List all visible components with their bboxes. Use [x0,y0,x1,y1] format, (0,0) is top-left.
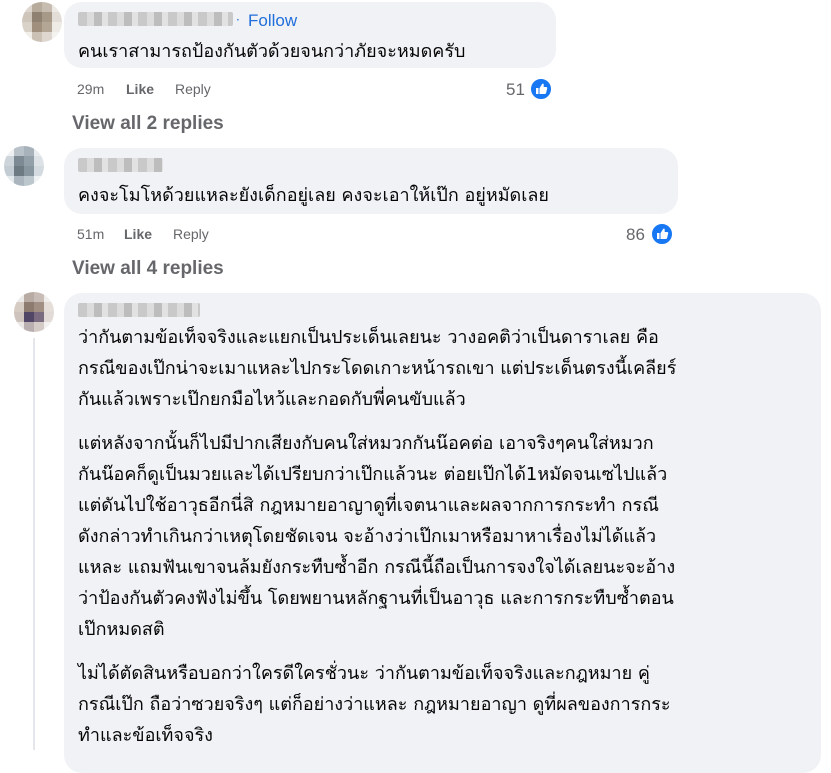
text-line: กันน๊อคก็ดูเป็นมวยและได้เปรียบกว่าเป๊กแล… [78,464,668,485]
comment-text: ว่ากันตามข้อเท็จจริงและแยกเป็นประเด็นเลย… [78,322,676,751]
follow-button[interactable]: Follow [248,11,297,31]
comment-text: คงจะโมโหด้วยแหละยังเด็กอยู่เลย คงจะเอาให… [78,185,549,206]
text-line: ทำและข้อเท็จจริง [78,725,213,746]
reply-button[interactable]: Reply [173,226,209,242]
text-line: ดังกล่าวทำเกินกว่าเหตุโดยชัดเจน จะอ้างว่… [78,526,657,547]
reaction-count[interactable]: 86 [626,225,645,245]
comment-timestamp[interactable]: 51m [77,226,104,242]
comment-paragraph: ไม่ได้ตัดสินหรือบอกว่าใครดีใครชั่วนะ ว่า… [78,658,676,751]
text-line: ไม่ได้ตัดสินหรือบอกว่าใครดีใครชั่วนะ ว่า… [78,663,650,684]
text-line: แต่ดันไปใช้อาวุธอีกนี่สิ กฎหมายอาญาดูที่… [78,495,659,516]
comment-timestamp[interactable]: 29m [77,81,104,97]
like-reaction-icon [529,77,553,101]
text-line: แหละ แถมฟันเขาจนล้มยังกระทืบซ้ำอีก กรณีน… [78,557,676,578]
avatar[interactable] [4,146,44,186]
text-line: เป๊กหมดสติ [78,619,165,640]
comment-paragraph: แต่หลังจากนั้นก็ไปมีปากเสียงกับคนใส่หมวก… [78,428,676,645]
comment-paragraph: ว่ากันตามข้อเท็จจริงและแยกเป็นประเด็นเลย… [78,322,676,415]
text-line: กันแล้วเพราะเป๊กยกมือไหว้และกอดกับพี่คนข… [78,389,466,410]
comment-text: คนเราสามารถป้องกันตัวด้วยจนกว่าภัยจะหมดค… [78,41,466,62]
text-line: กรณีเป๊ก ถือว่าซวยจริงๆ แต่ก็อย่างว่าแหล… [78,694,671,715]
avatar[interactable] [14,292,54,332]
thread-line [33,338,35,750]
commenter-name[interactable] [78,12,233,26]
avatar[interactable] [22,2,62,42]
view-replies-link[interactable]: View all 2 replies [72,113,224,135]
commenter-name[interactable] [78,303,200,317]
text-line: แต่หลังจากนั้นก็ไปมีปากเสียงกับคนใส่หมวก… [78,433,654,454]
reaction-count[interactable]: 51 [506,80,525,100]
text-line: ว่าป้องกันตัวคงฟังไม่ขึ้น โดยพยานหลักฐาน… [78,588,674,609]
separator-dot: · [236,13,240,27]
text-line: ว่ากันตามข้อเท็จจริงและแยกเป็นประเด็นเลย… [78,327,659,348]
reply-button[interactable]: Reply [175,81,211,97]
commenter-name[interactable] [78,158,163,172]
view-replies-link[interactable]: View all 4 replies [72,258,224,280]
text-line: กรณีของเป๊กน่าจะเมาแหละไปกระโดดเกาะหน้าร… [78,358,677,379]
like-button[interactable]: Like [124,226,152,242]
like-reaction-icon [650,222,674,246]
like-button[interactable]: Like [126,81,154,97]
